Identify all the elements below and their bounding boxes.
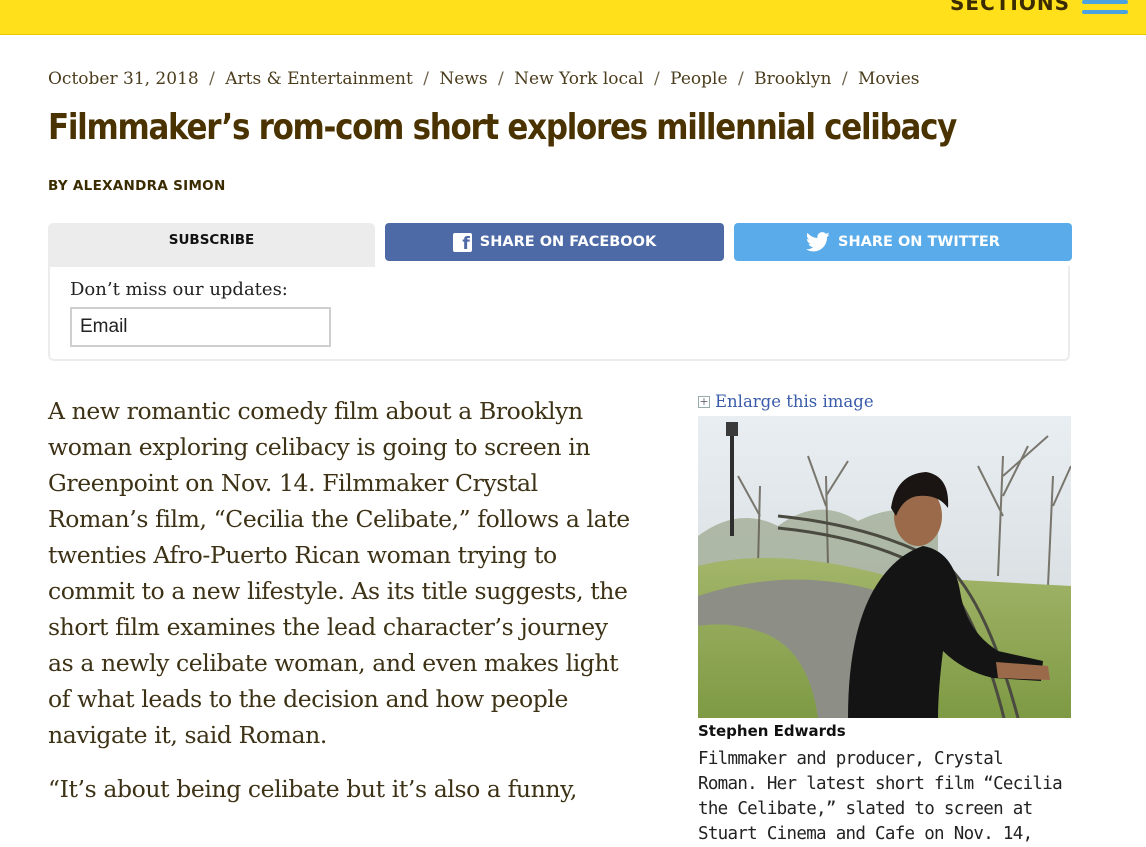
article-headline: Filmmaker’s rom-com short explores mille… xyxy=(48,107,957,148)
enlarge-image-link[interactable]: + Enlarge this image xyxy=(698,392,874,411)
breadcrumb-separator: / xyxy=(498,69,504,89)
share-twitter-button[interactable]: SHARE ON TWITTER xyxy=(734,223,1072,261)
article-body: A new romantic comedy film about a Brook… xyxy=(48,393,638,825)
breadcrumb-separator: / xyxy=(737,69,744,89)
twitter-bird-icon xyxy=(806,232,830,252)
breadcrumb-separator: / xyxy=(654,69,660,89)
subscribe-box: Don’t miss our updates: xyxy=(48,266,1070,361)
article-date: October 31, 2018 xyxy=(48,69,199,89)
subscribe-tab[interactable]: SUBSCRIBE xyxy=(48,223,375,267)
breadcrumb: October 31, 2018 / Arts & Entertainment … xyxy=(48,69,919,89)
sections-label[interactable]: SECTIONS xyxy=(950,0,1070,15)
enlarge-icon: + xyxy=(698,394,710,408)
breadcrumb-separator: / xyxy=(841,69,848,89)
subscribe-prompt: Don’t miss our updates: xyxy=(70,279,288,300)
photo-credit: Stephen Edwards xyxy=(698,722,846,740)
breadcrumb-link-people[interactable]: People xyxy=(670,69,727,89)
photo-caption: Filmmaker and producer, Crystal Roman. H… xyxy=(698,749,1063,844)
breadcrumb-link-brooklyn[interactable]: Brooklyn xyxy=(754,69,831,89)
share-facebook-button[interactable]: f SHARE ON FACEBOOK xyxy=(385,223,724,261)
breadcrumb-separator: / xyxy=(209,69,215,89)
article-paragraph: “It’s about being celibate but it’s also… xyxy=(48,775,577,803)
article-photo[interactable] xyxy=(698,416,1071,718)
email-input[interactable] xyxy=(70,307,331,347)
breadcrumb-link-ny-local[interactable]: New York local xyxy=(514,69,643,89)
facebook-icon: f xyxy=(452,232,472,252)
share-facebook-label: SHARE ON FACEBOOK xyxy=(479,234,657,250)
article-paragraph: A new romantic comedy film about a Brook… xyxy=(48,397,630,749)
top-bar: SECTIONS xyxy=(0,0,1146,35)
breadcrumb-link-arts[interactable]: Arts & Entertainment xyxy=(225,69,413,89)
photo-illustration xyxy=(698,416,1071,718)
breadcrumb-link-movies[interactable]: Movies xyxy=(858,69,919,89)
article-byline[interactable]: BY ALEXANDRA SIMON xyxy=(48,178,226,194)
share-twitter-label: SHARE ON TWITTER xyxy=(838,234,1000,250)
breadcrumb-separator: / xyxy=(423,69,429,89)
enlarge-image-label: Enlarge this image xyxy=(715,392,874,411)
hamburger-menu-icon[interactable] xyxy=(1082,0,1128,18)
breadcrumb-link-news[interactable]: News xyxy=(439,69,487,89)
